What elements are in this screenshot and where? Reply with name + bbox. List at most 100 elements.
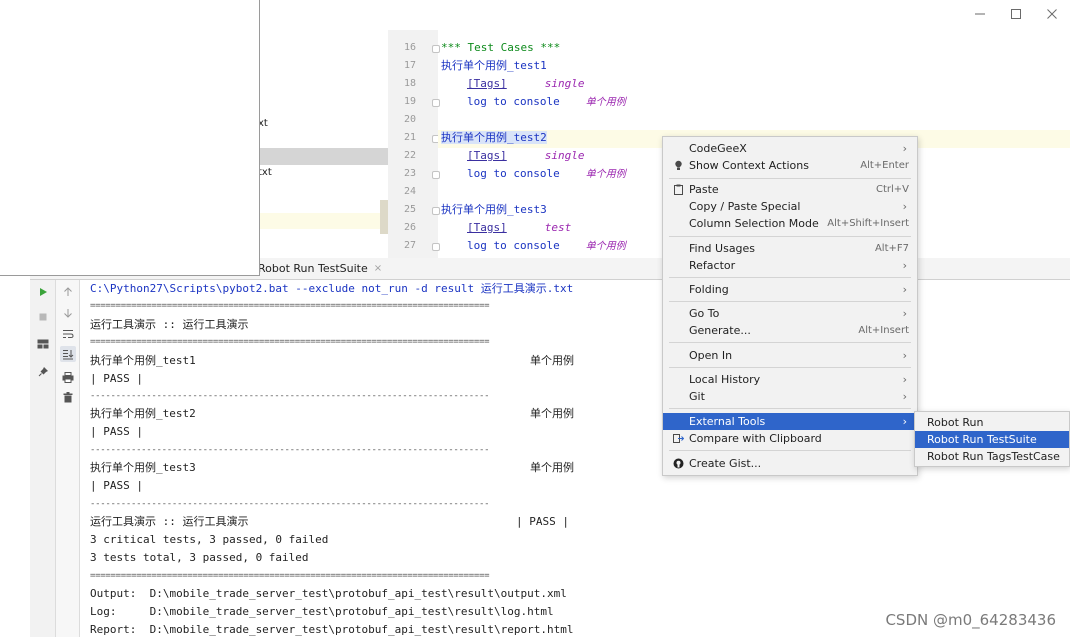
code-line[interactable]: 执行单个用例_test2	[441, 129, 547, 147]
console-separator: ----------------------------------------…	[90, 391, 490, 401]
close-icon[interactable]	[1034, 0, 1070, 28]
menu-item-label: Copy / Paste Special	[689, 200, 801, 213]
menu-item-go-to[interactable]: Go To ›	[663, 305, 917, 322]
console-separator: ----------------------------------------…	[90, 499, 490, 509]
console-suite-pass: | PASS |	[516, 515, 569, 528]
console-log-path: Log: D:\mobile_trade_server_test\protobu…	[90, 605, 554, 618]
code-line[interactable]: [Tags] single	[467, 75, 585, 93]
run-toolbar-primary	[30, 280, 56, 637]
tag-value: test	[544, 221, 572, 234]
menu-shortcut: Alt+Enter	[860, 160, 909, 171]
menu-item-label: Create Gist...	[689, 457, 762, 470]
console-suite-title: 运行工具演示 :: 运行工具演示	[90, 318, 249, 331]
code-line[interactable]: log to console 单个用例	[467, 165, 626, 183]
code-line[interactable]: *** Test Cases ***	[441, 39, 560, 57]
menu-item-label: Generate...	[689, 324, 751, 337]
menu-item-show-context-actions[interactable]: Show Context Actions Alt+Enter	[663, 157, 917, 174]
close-icon[interactable]: ×	[374, 260, 382, 278]
menu-item-git[interactable]: Git ›	[663, 388, 917, 405]
console-separator: ========================================…	[90, 571, 490, 581]
submenu-item-robot-run-tagstestcase[interactable]: Robot Run TagsTestCase	[915, 448, 1069, 465]
github-icon	[673, 458, 684, 469]
test-case-name: 执行单个用例_test3	[441, 203, 547, 216]
project-tree-strip: xt txt	[258, 30, 388, 258]
menu-item-external-tools[interactable]: External Tools ›	[663, 413, 917, 430]
menu-item-label: External Tools	[689, 415, 766, 428]
soft-wrap-icon[interactable]	[60, 326, 76, 342]
arrow-down-icon[interactable]	[60, 305, 76, 321]
code-line[interactable]: log to console 单个用例	[467, 93, 626, 111]
line-number: 17	[403, 60, 416, 71]
submenu-item-robot-run-testsuite[interactable]: Robot Run TestSuite	[915, 431, 1069, 448]
minimize-icon[interactable]	[962, 0, 998, 28]
watermark: CSDN @m0_64283436	[885, 611, 1056, 629]
chevron-right-icon: ›	[902, 390, 907, 403]
fold-marker[interactable]	[432, 207, 440, 215]
chevron-right-icon: ›	[902, 142, 907, 155]
menu-item-generate[interactable]: Generate... Alt+Insert	[663, 322, 917, 339]
arrow-up-icon[interactable]	[60, 284, 76, 300]
layout-icon[interactable]	[35, 336, 51, 352]
menu-item-label: Go To	[689, 307, 720, 320]
chevron-right-icon: ›	[902, 349, 907, 362]
keyword-argument: 单个用例	[585, 241, 626, 252]
fold-marker[interactable]	[432, 243, 440, 251]
console-output-path: Output: D:\mobile_trade_server_test\prot…	[90, 587, 567, 600]
fold-marker[interactable]	[432, 45, 440, 53]
window-controls	[930, 0, 1070, 28]
menu-item-local-history[interactable]: Local History ›	[663, 371, 917, 388]
menu-item-create-gist[interactable]: Create Gist...	[663, 455, 917, 472]
line-number: 20	[403, 114, 416, 125]
rerun-icon[interactable]	[35, 284, 51, 300]
line-number: 22	[403, 150, 416, 161]
chevron-right-icon: ›	[902, 283, 907, 296]
stop-icon[interactable]	[35, 309, 51, 325]
trash-icon[interactable]	[60, 389, 76, 405]
keyword-call: log to console	[467, 239, 560, 252]
console-pass: | PASS |	[90, 372, 143, 385]
submenu-item-robot-run-singletestcase[interactable]: Robot Run SingleTestCase	[915, 414, 1069, 446]
menu-item-label: Local History	[689, 373, 761, 386]
console-report-path: Report: D:\mobile_trade_server_test\prot…	[90, 623, 574, 636]
console-output[interactable]: C:\Python27\Scripts\pybot2.bat --exclude…	[82, 280, 672, 637]
console-command: C:\Python27\Scripts\pybot2.bat --exclude…	[90, 282, 574, 295]
maximize-icon[interactable]	[998, 0, 1034, 28]
line-number: 21	[403, 132, 416, 143]
menu-item-compare-with-clipboard[interactable]: Compare with Clipboard	[663, 430, 917, 447]
console-test-name: 执行单个用例_test1	[90, 354, 196, 367]
menu-item-find-usages[interactable]: Find Usages Alt+F7	[663, 240, 917, 257]
console-pass: | PASS |	[90, 425, 143, 438]
fold-marker[interactable]	[432, 171, 440, 179]
print-icon[interactable]	[60, 369, 76, 385]
tags-setting: [Tags]	[467, 77, 507, 90]
run-tab-label: Robot Run TestSuite	[258, 262, 368, 275]
menu-item-codegeex[interactable]: CodeGeeX ›	[663, 140, 917, 157]
line-number: 16	[403, 42, 416, 53]
code-line[interactable]: log to console 单个用例	[467, 237, 626, 255]
tree-selection	[258, 148, 388, 165]
console-suite-summary: 运行工具演示 :: 运行工具演示	[90, 515, 249, 528]
scroll-to-end-icon[interactable]	[60, 346, 76, 362]
menu-separator	[669, 301, 911, 302]
tab-robot-run-testsuite[interactable]: Robot Run TestSuite ×	[258, 260, 382, 278]
tree-item-fragment[interactable]: txt	[258, 167, 272, 178]
code-line[interactable]: 执行单个用例_test1	[441, 57, 547, 75]
chevron-right-icon: ›	[902, 200, 907, 213]
code-line[interactable]: [Tags] test	[467, 219, 571, 237]
code-line[interactable]: [Tags] single	[467, 147, 585, 165]
menu-item-column-selection-mode[interactable]: Column Selection Mode Alt+Shift+Insert	[663, 215, 917, 232]
menu-item-refactor[interactable]: Refactor ›	[663, 257, 917, 274]
menu-item-paste[interactable]: Paste Ctrl+V	[663, 181, 917, 198]
menu-item-open-in[interactable]: Open In ›	[663, 347, 917, 364]
console-test-doc: 单个用例	[530, 407, 574, 420]
line-number: 23	[403, 168, 416, 179]
menu-separator	[669, 367, 911, 368]
menu-item-copy-paste-special[interactable]: Copy / Paste Special ›	[663, 198, 917, 215]
pin-icon[interactable]	[35, 363, 51, 379]
tag-value: single	[544, 77, 585, 90]
external-tools-submenu: Robot Run SingleTestCase Robot Run TestS…	[914, 411, 1070, 467]
code-line[interactable]: 执行单个用例_test3	[441, 201, 547, 219]
fold-marker[interactable]	[432, 99, 440, 107]
menu-shortcut: Alt+Insert	[858, 325, 909, 336]
menu-item-folding[interactable]: Folding ›	[663, 281, 917, 298]
